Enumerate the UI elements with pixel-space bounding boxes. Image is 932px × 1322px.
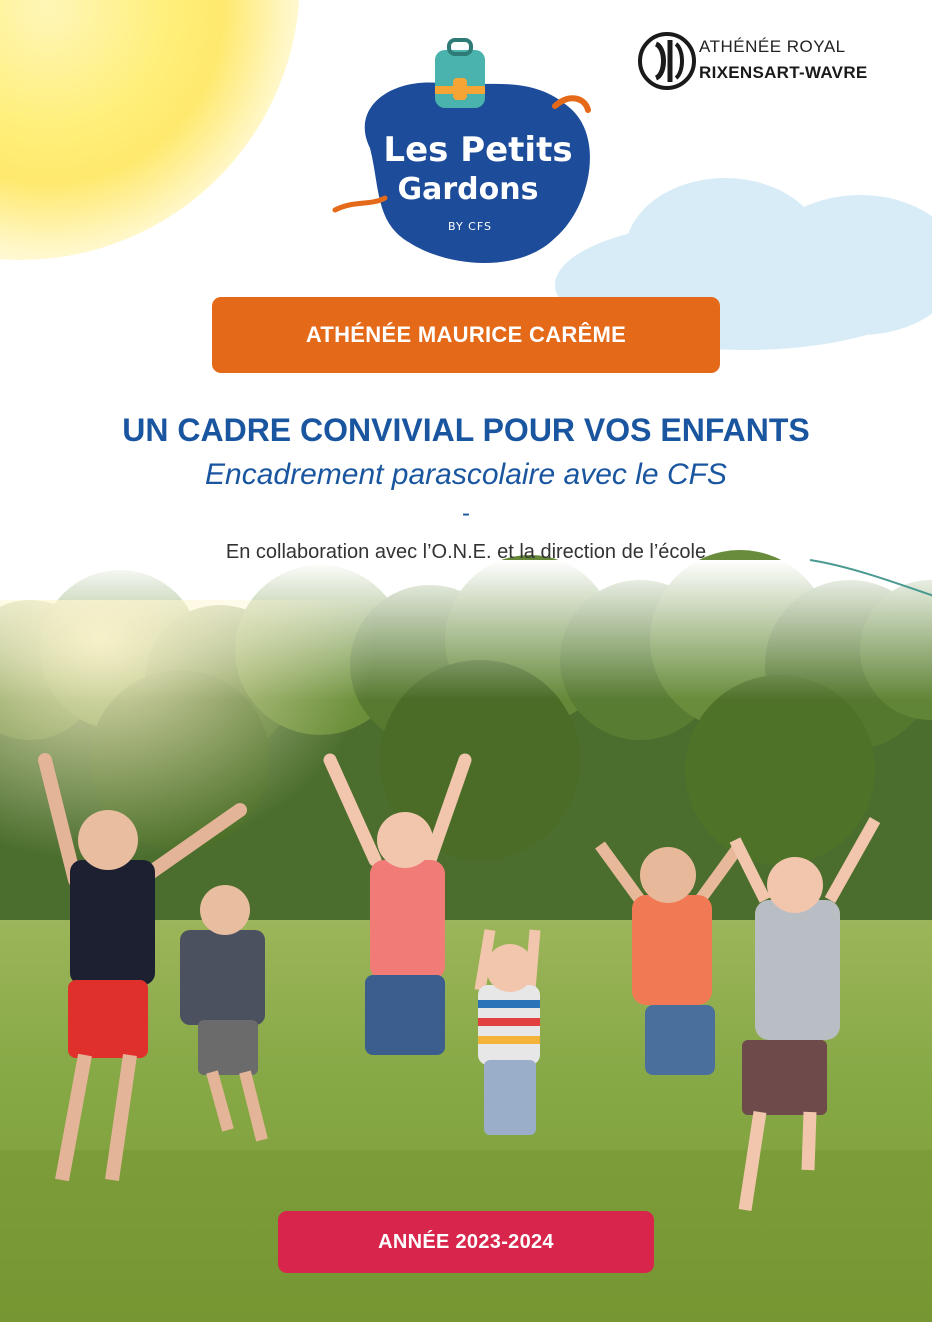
separator: - — [462, 500, 470, 527]
logo-line2: Gardons — [397, 172, 539, 207]
backpack-icon — [435, 38, 485, 108]
logo-line1: Les Petits — [383, 130, 573, 170]
year-badge: ANNÉE 2023-2024 — [278, 1211, 654, 1273]
thread-decoration — [809, 559, 932, 597]
athenee-emblem-icon — [638, 32, 696, 90]
flyer-page: Les Petits Gardons BY CFS ATHÉNÉE ROYAL … — [0, 0, 932, 1322]
athenee-royal-line1: ATHÉNÉE ROYAL — [699, 37, 846, 56]
logo-line3: BY CFS — [448, 220, 492, 233]
athenee-royal-line2: RIXENSART-WAVRE — [699, 63, 868, 82]
headline: UN CADRE CONVIVIAL POUR VOS ENFANTS — [122, 412, 810, 448]
collaboration-text: En collaboration avec l’O.N.E. et la dir… — [225, 541, 707, 563]
athenee-royal-logo: ATHÉNÉE ROYAL RIXENSART-WAVRE — [636, 28, 906, 98]
subheadline: Encadrement parascolaire avec le CFS — [205, 458, 727, 491]
school-name-badge: ATHÉNÉE MAURICE CARÊME — [212, 297, 720, 373]
petits-gardons-logo: Les Petits Gardons BY CFS — [330, 38, 610, 278]
